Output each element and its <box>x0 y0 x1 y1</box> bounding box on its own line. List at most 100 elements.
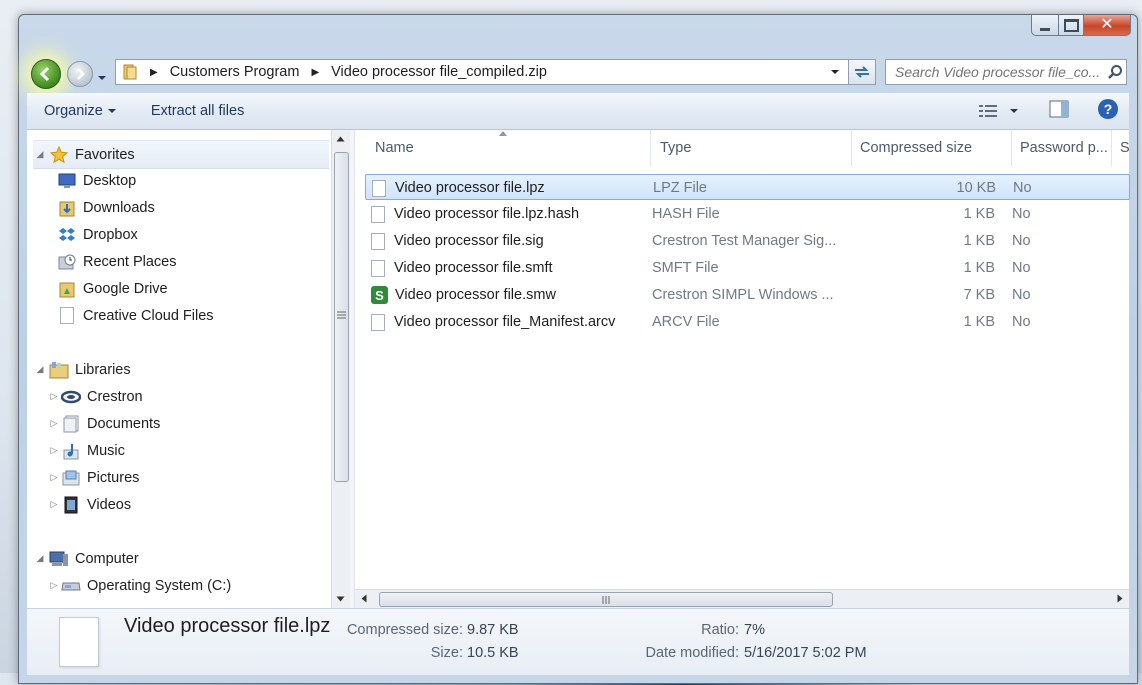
file-name: Video processor file.sig <box>394 233 544 249</box>
nav-item-creative-cloud-files[interactable]: Creative Cloud Files <box>57 302 214 329</box>
expand-triangle-icon[interactable]: ▷ <box>47 499 61 510</box>
column-header-compressed-size[interactable]: Compressed size <box>852 130 1012 166</box>
explorer-window: ✕ ▶ Customers Program ▶ Video processor … <box>18 14 1138 684</box>
nav-item-videos[interactable]: ▷ Videos <box>47 491 131 518</box>
file-row[interactable]: Video processor file.lpz LPZ File 10 KB No <box>365 174 1130 200</box>
grip-icon <box>337 311 346 319</box>
breadcrumb-item-customers-program[interactable]: Customers Program <box>164 60 306 84</box>
nav-item-dropbox[interactable]: Dropbox <box>57 221 138 248</box>
grip-icon <box>602 595 609 604</box>
refresh-button[interactable] <box>849 59 876 85</box>
nav-item-music[interactable]: ▷ Music <box>47 437 125 464</box>
file-name: Video processor file.lpz <box>395 180 545 196</box>
change-view-button[interactable] <box>979 104 1019 118</box>
documents-icon <box>61 415 81 433</box>
nav-favorites[interactable]: ◢ Favorites <box>33 140 329 169</box>
file-compressed-size: 10 KB <box>956 180 997 196</box>
nav-item-documents[interactable]: ▷ Documents <box>47 410 160 437</box>
expand-triangle-icon[interactable]: ▷ <box>47 445 61 456</box>
file-list-scroll-thumb[interactable] <box>379 592 833 607</box>
collapse-triangle-icon[interactable]: ◢ <box>33 553 47 564</box>
collapse-triangle-icon[interactable]: ◢ <box>33 364 47 375</box>
content-area: ◢ Favorites Desktop Downloads Dropbox Recen… <box>27 130 1131 608</box>
address-bar[interactable]: ▶ Customers Program ▶ Video processor fi… <box>115 59 849 85</box>
refresh-icon <box>855 66 869 78</box>
nav-item-crestron[interactable]: ▷ Crestron <box>47 383 143 410</box>
preview-pane-button[interactable] <box>1049 100 1069 122</box>
help-icon: ? <box>1098 99 1118 119</box>
file-row[interactable]: Video processor file.lpz.hash HASH File 1 … <box>365 201 1125 227</box>
nav-computer-label: Computer <box>75 550 139 567</box>
crestron-icon <box>61 388 81 406</box>
file-list-horizontal-scrollbar[interactable] <box>355 589 1129 608</box>
file-name-cell: Video processor file_Manifest.arcv <box>371 309 615 335</box>
simpl-windows-icon: S <box>371 286 388 304</box>
column-password-label: Password p... <box>1020 140 1108 156</box>
scroll-down-icon[interactable] <box>336 596 345 602</box>
forward-button[interactable] <box>67 61 93 87</box>
back-arrow-icon <box>39 66 50 82</box>
breadcrumb-item-zip[interactable]: Video processor file_compiled.zip <box>325 60 553 84</box>
address-dropdown-button[interactable] <box>822 64 848 80</box>
search-input[interactable] <box>893 63 1107 81</box>
dropbox-icon <box>57 226 77 244</box>
nav-item-downloads[interactable]: Downloads <box>57 194 155 221</box>
file-row[interactable]: Video processor file.smft SMFT File 1 KB No <box>365 255 1125 281</box>
navigation-pane-scroll-thumb[interactable] <box>334 152 349 482</box>
file-row[interactable]: Video processor file_Manifest.arcv ARCV F… <box>365 309 1125 335</box>
nav-item-label: Videos <box>87 496 132 513</box>
column-header-type[interactable]: Type <box>652 130 852 166</box>
search-icon[interactable] <box>1107 64 1123 80</box>
extract-all-files-button[interactable]: Extract all files <box>134 93 261 129</box>
breadcrumb-separator-icon: ▶ <box>311 66 320 78</box>
chevron-down-icon <box>1010 109 1018 113</box>
column-header-password[interactable]: Password p... <box>1012 130 1112 166</box>
nav-libraries[interactable]: ◢ Libraries <box>33 356 131 383</box>
file-list-pane: Name Type Compressed size Password p... … <box>355 130 1131 608</box>
file-compressed-size: 1 KB <box>963 206 995 222</box>
expand-triangle-icon[interactable]: ▷ <box>47 391 61 402</box>
expand-triangle-icon[interactable]: ▷ <box>47 418 61 429</box>
file-name: Video processor file.lpz.hash <box>394 206 580 222</box>
column-header-name[interactable]: Name <box>367 130 651 166</box>
address-folder-icon <box>116 60 144 84</box>
nav-item-recent-places[interactable]: Recent Places <box>57 248 177 275</box>
minimize-icon <box>1040 27 1050 31</box>
expand-triangle-icon[interactable]: ▷ <box>47 580 61 591</box>
scroll-right-icon[interactable] <box>1117 594 1123 603</box>
recent-pages-dropdown[interactable] <box>97 69 107 87</box>
expand-triangle-icon[interactable]: ▷ <box>47 472 61 483</box>
file-row[interactable]: Video processor file.sig Crestron Test Ma… <box>365 228 1125 254</box>
nav-item-label: Documents <box>87 415 161 432</box>
file-type: HASH File <box>652 206 720 222</box>
file-password: No <box>1012 314 1031 330</box>
maximize-button[interactable] <box>1059 15 1084 36</box>
back-button[interactable] <box>31 59 61 89</box>
file-type: Crestron Test Manager Sig... <box>652 233 837 249</box>
navigation-pane-scrollbar[interactable] <box>331 130 350 608</box>
nav-computer[interactable]: ◢ Computer <box>33 545 139 572</box>
music-icon <box>61 442 81 460</box>
scroll-up-icon[interactable] <box>336 136 345 142</box>
organize-menu-button[interactable]: Organize <box>27 93 134 129</box>
close-button[interactable]: ✕ <box>1084 15 1131 36</box>
minimize-button[interactable] <box>1031 15 1059 36</box>
file-row[interactable]: S Video processor file.smw Crestron SIMPL … <box>365 282 1125 308</box>
date-modified-value: 5/16/2017 5:02 PM <box>744 645 867 661</box>
size-value: 10.5 KB <box>467 645 519 661</box>
nav-item-operating-system-c[interactable]: ▷ Operating System (C:) <box>47 572 232 599</box>
size-label: Size: <box>430 645 463 661</box>
column-type-label: Type <box>660 140 692 156</box>
close-icon: ✕ <box>1100 16 1114 33</box>
column-name-label: Name <box>375 140 414 156</box>
ratio-label: Ratio: <box>701 622 739 638</box>
nav-item-google-drive[interactable]: Google Drive <box>57 275 168 302</box>
column-header-overflow[interactable]: S <box>1112 130 1131 166</box>
file-name: Video processor file.smft <box>394 260 553 276</box>
help-button[interactable]: ? <box>1097 98 1119 124</box>
scroll-left-icon[interactable] <box>361 594 367 603</box>
collapse-triangle-icon[interactable]: ◢ <box>33 149 47 160</box>
file-name: Video processor file_Manifest.arcv <box>394 314 616 330</box>
nav-item-pictures[interactable]: ▷ Pictures <box>47 464 140 491</box>
nav-item-desktop[interactable]: Desktop <box>57 167 136 194</box>
